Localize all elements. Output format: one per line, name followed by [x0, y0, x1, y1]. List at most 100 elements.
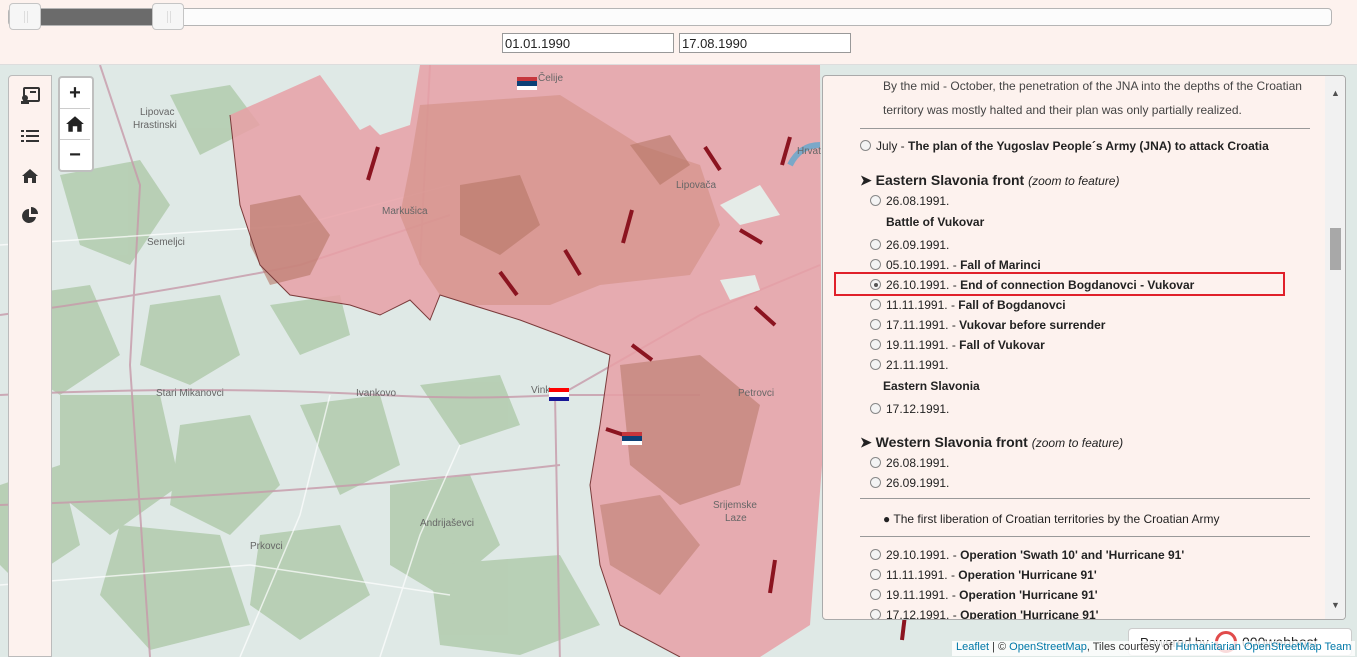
attribution-tiles-text: , Tiles courtesy of [1086, 641, 1176, 653]
sidebar [8, 75, 52, 657]
place-label: Laze [725, 513, 747, 524]
radio-item[interactable]: 19.11.1991. - Operation 'Hurricane 91' [870, 588, 1098, 602]
place-label: Hrvat [797, 146, 821, 157]
zoom-control: + − [58, 76, 94, 172]
home-icon[interactable] [17, 163, 43, 189]
radio-button[interactable] [870, 549, 881, 560]
zoom-out-button[interactable]: − [60, 140, 90, 170]
item-title: Fall of Vukovar [959, 338, 1045, 352]
item-date: 26.08.1991. [886, 456, 950, 470]
item-date: July - [876, 139, 909, 153]
radio-item[interactable]: 26.09.1991. [870, 238, 949, 252]
section-title: ➤ Western Slavonia front [860, 434, 1028, 450]
zoom-home-button[interactable] [60, 109, 90, 140]
zoom-in-button[interactable]: + [60, 78, 90, 109]
radio-button[interactable] [860, 140, 871, 151]
serbia-flag-icon[interactable] [517, 77, 537, 90]
slider-end-handle[interactable] [152, 3, 184, 30]
place-label: Srijemske [713, 500, 757, 511]
place-label: Čelije [538, 73, 564, 84]
radio-button[interactable] [870, 239, 881, 250]
scroll-up-icon[interactable]: ▲ [1331, 88, 1340, 98]
divider [860, 128, 1310, 129]
radio-button[interactable] [870, 195, 881, 206]
radio-button[interactable] [870, 299, 881, 310]
radio-button[interactable] [870, 457, 881, 468]
item-date: 11.11.1991. - [886, 298, 959, 312]
place-label: Hrastinski [133, 120, 177, 131]
divider [860, 536, 1310, 537]
radio-button[interactable] [870, 589, 881, 600]
item-title: Vukovar before surrender [959, 318, 1106, 332]
intro-text: By the mid - October, the penetration of… [883, 79, 1302, 93]
item-title: Eastern Slavonia [883, 379, 980, 393]
intro-text: territory was mostly halted and their pl… [883, 103, 1242, 117]
place-label: Lipovac [140, 107, 175, 118]
item-title: Operation 'Hurricane 91' [958, 568, 1097, 582]
divider [860, 498, 1310, 499]
zoom-to-feature-link[interactable]: (zoom to feature) [1032, 436, 1123, 450]
radio-button[interactable] [870, 339, 881, 350]
radio-item[interactable]: 11.11.1991. - Operation 'Hurricane 91' [870, 568, 1097, 582]
item-title: Operation 'Hurricane 91' [959, 588, 1098, 602]
place-label: Lipovača [676, 180, 717, 191]
radio-item[interactable]: 17.12.1991. [870, 402, 949, 416]
panel-scrollbar[interactable]: ▲ ▼ [1325, 76, 1345, 619]
place-label: Vink [531, 385, 551, 396]
map-attribution: Leaflet | © OpenStreetMap, Tiles courtes… [952, 641, 1356, 656]
serbia-flag-icon[interactable] [622, 432, 642, 445]
item-date: 17.11.1991. - [886, 318, 960, 332]
place-label: Stari Mikanovci [156, 388, 224, 399]
radio-item[interactable]: 17.11.1991. - Vukovar before surrender [870, 318, 1105, 332]
radio-item[interactable]: 26.08.1991. [870, 194, 949, 208]
hot-link[interactable]: Humanitarian OpenStreetMap Team [1175, 641, 1351, 653]
radio-item[interactable]: 21.11.1991. [870, 358, 949, 372]
radio-button[interactable] [870, 259, 881, 270]
item-title: Operation 'Swath 10' and 'Hurricane 91' [960, 548, 1185, 562]
end-date-input[interactable] [679, 33, 851, 53]
radio-item[interactable]: 29.10.1991. - Operation 'Swath 10' and '… [870, 548, 1184, 562]
scroll-down-icon[interactable]: ▼ [1331, 600, 1340, 610]
eastern-slavonia-header: ➤ Eastern Slavonia front (zoom to featur… [860, 172, 1119, 189]
item-title: Fall of Bogdanovci [958, 298, 1066, 312]
radio-item[interactable]: 17.12.1991. - Operation 'Hurricane 91' [870, 608, 1098, 620]
pie-chart-icon[interactable] [17, 203, 43, 229]
radio-item[interactable]: 26.08.1991. [870, 456, 949, 470]
list-icon[interactable] [17, 123, 43, 149]
contact-card-icon[interactable] [17, 83, 43, 109]
radio-button[interactable] [870, 319, 881, 330]
attribution-separator: | © [989, 641, 1010, 653]
radio-item[interactable]: 26.09.1991. [870, 476, 949, 490]
radio-button[interactable] [870, 569, 881, 580]
radio-item[interactable]: 19.11.1991. - Fall of Vukovar [870, 338, 1045, 352]
item-date: 17.12.1991. [886, 402, 950, 416]
zoom-to-feature-link[interactable]: (zoom to feature) [1028, 174, 1119, 188]
item-date: 11.11.1991. - [886, 568, 959, 582]
item-date: 05.10.1991. - [886, 258, 961, 272]
item-date: 29.10.1991. - [886, 548, 961, 562]
item-date: 19.11.1991. - [886, 338, 960, 352]
radio-item-july[interactable]: July - The plan of the Yugoslav People´s… [860, 139, 1269, 153]
leaflet-link[interactable]: Leaflet [956, 641, 989, 653]
radio-button[interactable] [870, 359, 881, 370]
group-label: Eastern Slavonia [883, 379, 980, 393]
item-date: 17.12.1991. - [886, 608, 961, 620]
slider-range-fill [25, 9, 169, 25]
scrollbar-thumb[interactable] [1330, 228, 1341, 270]
radio-button[interactable] [870, 403, 881, 414]
croatia-flag-icon[interactable] [549, 388, 569, 401]
item-date: 21.11.1991. [886, 358, 949, 372]
place-label: Markušica [382, 206, 428, 217]
start-date-input[interactable] [502, 33, 674, 53]
date-range-slider[interactable] [8, 3, 1332, 30]
item-date: 26.09.1991. [886, 238, 950, 252]
item-date: 26.08.1991. [886, 194, 950, 208]
radio-item[interactable]: 05.10.1991. - Fall of Marinci [870, 258, 1041, 272]
slider-start-handle[interactable] [9, 3, 41, 30]
radio-button[interactable] [870, 477, 881, 488]
osm-link[interactable]: OpenStreetMap [1009, 641, 1087, 653]
section-title: ➤ Eastern Slavonia front [860, 172, 1025, 188]
radio-item[interactable]: 11.11.1991. - Fall of Bogdanovci [870, 298, 1066, 312]
radio-button[interactable] [870, 609, 881, 619]
place-label: Prkovci [250, 541, 283, 552]
